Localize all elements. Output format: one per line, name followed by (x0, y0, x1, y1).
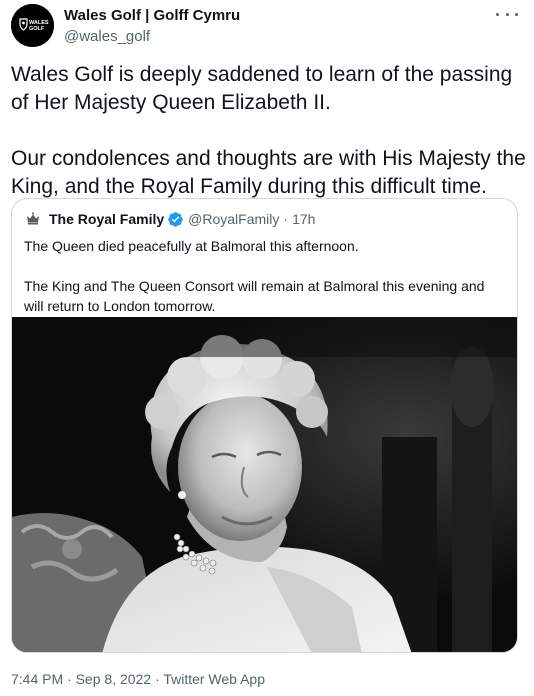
more-options-icon[interactable] (496, 6, 518, 22)
tweet-paragraph: Our condolences and thoughts are with Hi… (11, 147, 526, 198)
tweet-source[interactable]: Twitter Web App (163, 671, 265, 687)
royal-crest-icon (24, 210, 42, 228)
quoted-time[interactable]: 17h (292, 210, 315, 228)
tweet-text: Wales Golf is deeply saddened to learn o… (11, 61, 526, 201)
quoted-paragraph: The King and The Queen Consort will rema… (24, 278, 485, 314)
tweet-meta: 7:44 PM · Sep 8, 2022 · Twitter Web App (11, 670, 265, 688)
author-display-name[interactable]: Wales Golf | Golff Cymru (64, 7, 240, 25)
quoted-display-name[interactable]: The Royal Family (49, 210, 164, 228)
separator: · (67, 671, 72, 687)
tweet-paragraph: Wales Golf is deeply saddened to learn o… (11, 63, 513, 114)
wales-golf-logo-icon: WALES GOLF (11, 4, 54, 47)
svg-text:GOLF: GOLF (29, 26, 45, 32)
quoted-tweet[interactable]: The Royal Family @RoyalFamily · 17h The … (11, 198, 518, 653)
portrait-photo-image (12, 317, 517, 652)
tweet: WALES GOLF Wales Golf | Golff Cymru @wal… (0, 0, 534, 696)
quoted-paragraph: The Queen died peacefully at Balmoral th… (24, 238, 359, 254)
tweet-time[interactable]: 7:44 PM (11, 671, 63, 687)
quoted-handle[interactable]: @RoyalFamily (188, 210, 279, 228)
separator: · (283, 211, 289, 227)
tweet-date[interactable]: Sep 8, 2022 (76, 671, 152, 687)
verified-badge-icon (167, 211, 184, 228)
author-handle[interactable]: @wales_golf (64, 28, 240, 46)
author-avatar[interactable]: WALES GOLF (11, 4, 54, 47)
quoted-tweet-text: The Queen died peacefully at Balmoral th… (24, 236, 504, 316)
separator: · (155, 671, 160, 687)
quoted-photo[interactable] (12, 317, 517, 652)
quoted-tweet-header: The Royal Family @RoyalFamily · 17h (24, 210, 315, 228)
author-info: Wales Golf | Golff Cymru @wales_golf (64, 7, 240, 46)
